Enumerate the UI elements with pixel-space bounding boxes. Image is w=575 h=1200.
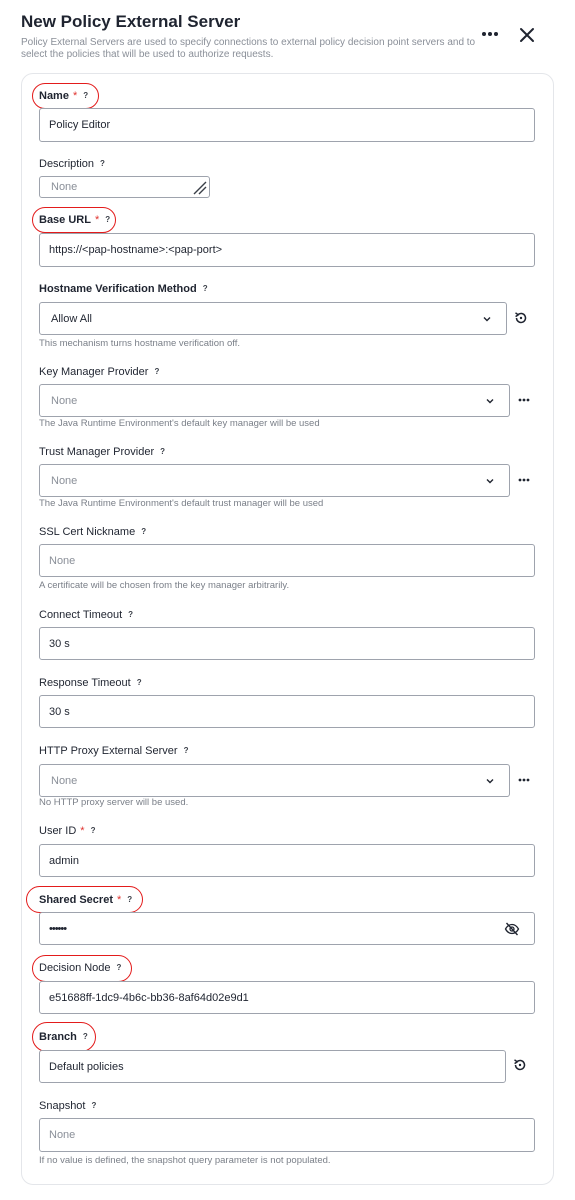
close-icon [520, 28, 534, 42]
reset-icon [515, 312, 527, 324]
ssl-cert-label: SSL Cert Nickname? [39, 526, 147, 538]
key-manager-select[interactable]: None [39, 384, 510, 417]
user-id-input[interactable]: admin [39, 844, 535, 877]
shared-secret-input[interactable]: •••••• [39, 912, 535, 945]
help-icon[interactable]: ? [105, 215, 110, 224]
help-icon[interactable]: ? [127, 895, 132, 904]
more-horizontal-icon [518, 398, 530, 402]
trust-manager-select[interactable]: None [39, 464, 510, 497]
chevron-down-icon [483, 316, 491, 321]
eye-off-icon[interactable] [504, 922, 520, 936]
snapshot-input[interactable]: None [39, 1118, 535, 1152]
key-manager-more-button[interactable] [515, 391, 533, 409]
hostname-verification-label: Hostname Verification Method? [39, 283, 208, 295]
help-icon[interactable]: ? [83, 1032, 88, 1041]
hostname-verification-hint: This mechanism turns hostname verificati… [39, 338, 240, 349]
branch-input[interactable]: Default policies [39, 1050, 506, 1083]
help-icon[interactable]: ? [117, 963, 122, 972]
reset-button[interactable] [512, 309, 530, 327]
resize-handle-icon[interactable] [193, 181, 207, 195]
snapshot-label: Snapshot? [39, 1100, 97, 1112]
branch-label: Branch? [39, 1031, 88, 1043]
more-horizontal-icon [518, 778, 530, 782]
key-manager-label: Key Manager Provider? [39, 366, 160, 378]
trust-manager-label: Trust Manager Provider? [39, 446, 166, 458]
help-icon[interactable]: ? [160, 447, 165, 456]
base-url-input[interactable]: https://<pap-hostname>:<pap-port> [39, 233, 535, 267]
chevron-down-icon [486, 778, 494, 783]
help-icon[interactable]: ? [83, 91, 88, 100]
base-url-label: Base URL *? [39, 214, 111, 226]
trust-manager-more-button[interactable] [515, 471, 533, 489]
help-icon[interactable]: ? [100, 159, 105, 168]
help-icon[interactable]: ? [137, 678, 142, 687]
http-proxy-select[interactable]: None [39, 764, 510, 797]
more-horizontal-icon [482, 32, 498, 36]
connect-timeout-label: Connect Timeout? [39, 609, 134, 621]
shared-secret-label: Shared Secret *? [39, 894, 133, 906]
http-proxy-hint: No HTTP proxy server will be used. [39, 797, 189, 808]
snapshot-hint: If no value is defined, the snapshot que… [39, 1155, 331, 1166]
help-icon[interactable]: ? [203, 284, 208, 293]
help-icon[interactable]: ? [184, 746, 189, 755]
key-manager-hint: The Java Runtime Environment's default k… [39, 418, 320, 429]
http-proxy-label: HTTP Proxy External Server? [39, 745, 189, 757]
help-icon[interactable]: ? [91, 1101, 96, 1110]
ssl-cert-hint: A certificate will be chosen from the ke… [39, 580, 290, 591]
help-icon[interactable]: ? [128, 610, 133, 619]
reset-icon [514, 1059, 526, 1071]
help-icon[interactable]: ? [141, 527, 146, 536]
response-timeout-input[interactable]: 30 s [39, 695, 535, 728]
more-horizontal-icon [518, 478, 530, 482]
trust-manager-hint: The Java Runtime Environment's default t… [39, 498, 324, 509]
more-options-button[interactable] [478, 24, 502, 44]
page-title: New Policy External Server [21, 12, 241, 31]
response-timeout-label: Response Timeout? [39, 677, 142, 689]
ssl-cert-input[interactable]: None [39, 544, 535, 577]
hostname-verification-select[interactable]: Allow All [39, 302, 507, 335]
name-input[interactable]: Policy Editor [39, 108, 535, 142]
page-description: Policy External Servers are used to spec… [21, 37, 476, 60]
description-textarea[interactable]: None [39, 176, 210, 198]
name-label: Name *? [39, 90, 89, 102]
reset-button[interactable] [511, 1056, 529, 1074]
help-icon[interactable]: ? [91, 826, 96, 835]
decision-node-label: Decision Node? [39, 962, 122, 974]
decision-node-input[interactable]: e51688ff-1dc9-4b6c-bb36-8af64d02e9d1 [39, 981, 535, 1014]
description-label: Description? [39, 158, 105, 170]
chevron-down-icon [486, 478, 494, 483]
chevron-down-icon [486, 398, 494, 403]
http-proxy-more-button[interactable] [515, 771, 533, 789]
close-button[interactable] [514, 22, 540, 48]
connect-timeout-input[interactable]: 30 s [39, 627, 535, 660]
help-icon[interactable]: ? [154, 367, 159, 376]
user-id-label: User ID *? [39, 825, 96, 837]
